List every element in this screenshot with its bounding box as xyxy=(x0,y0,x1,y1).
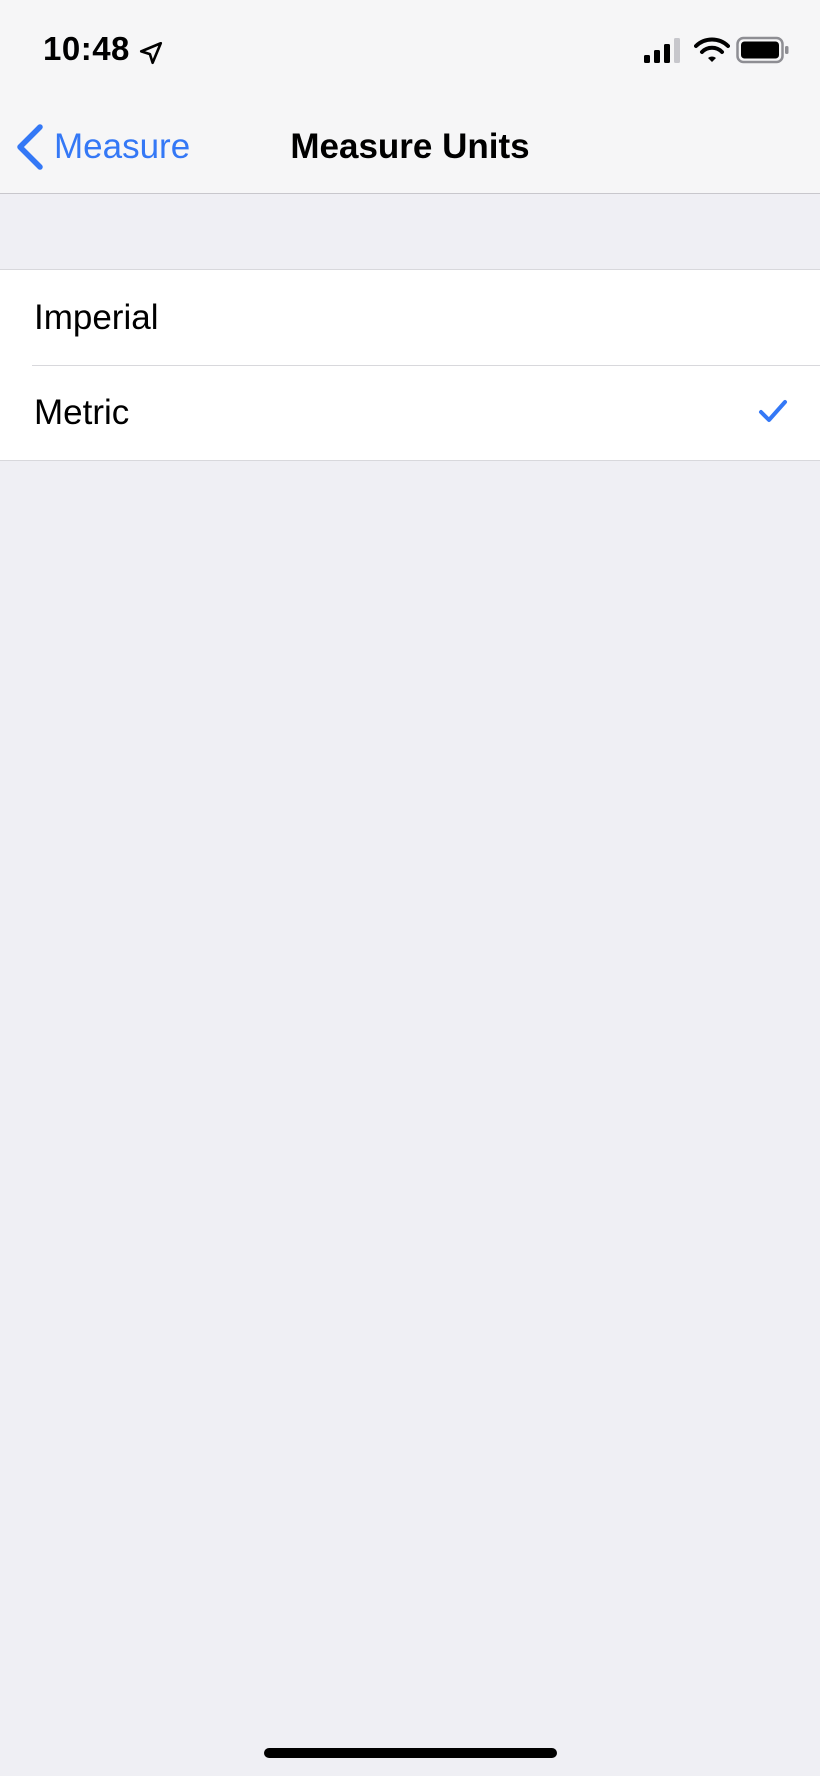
cellular-signal-icon xyxy=(644,38,680,63)
battery-icon xyxy=(736,36,789,64)
units-options-list: Imperial Metric xyxy=(0,269,820,461)
status-time: 10:48 xyxy=(43,30,130,67)
back-button[interactable]: Measure xyxy=(14,100,190,193)
navigation-bar: Measure Units Measure xyxy=(0,100,820,194)
chevron-left-icon xyxy=(17,123,43,170)
option-metric[interactable]: Metric xyxy=(0,365,820,460)
home-indicator[interactable] xyxy=(264,1748,557,1758)
status-bar: 10:48 xyxy=(0,0,820,100)
option-imperial[interactable]: Imperial xyxy=(0,270,820,365)
option-label: Imperial xyxy=(34,297,159,337)
option-label: Metric xyxy=(34,392,130,432)
location-arrow-icon xyxy=(139,41,163,65)
wifi-icon xyxy=(694,37,730,62)
checkmark-icon xyxy=(759,400,787,422)
back-button-label: Measure xyxy=(54,126,191,166)
